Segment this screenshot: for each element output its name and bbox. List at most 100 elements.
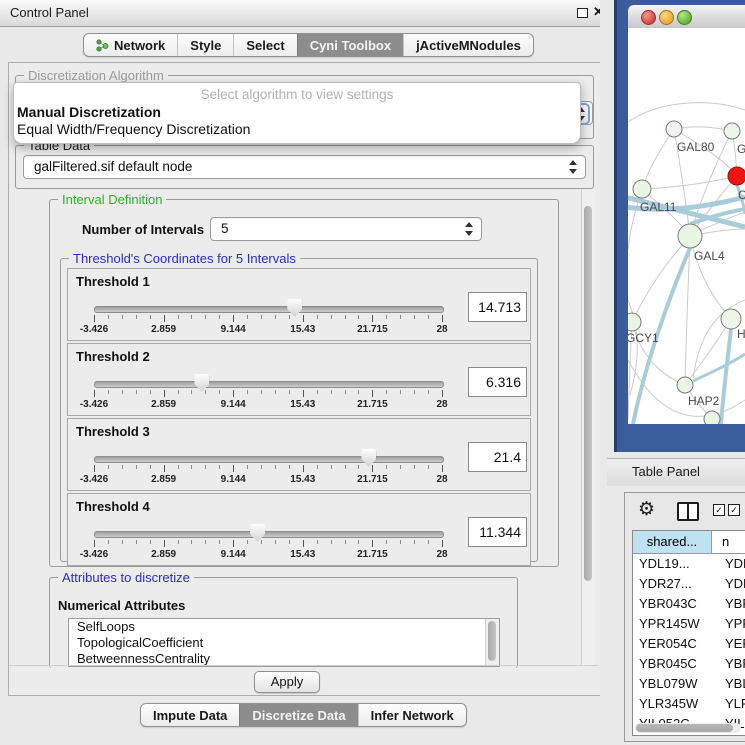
node-gal11[interactable]: [633, 180, 651, 198]
node-label: GCY1: [628, 331, 659, 345]
network-icon: [96, 39, 109, 52]
scale-label: 15.43: [290, 324, 315, 335]
cell[interactable]: YBR043C: [633, 594, 718, 614]
checkbox-column-icon[interactable]: ✓: [728, 504, 740, 516]
tab-label: Impute Data: [153, 708, 227, 723]
slider-scale-labels: -3.4262.8599.14415.4321.71528: [94, 549, 442, 561]
list-item[interactable]: SelfLoops: [69, 619, 499, 635]
tab-jactivemnodules[interactable]: jActiveMNodules: [403, 34, 533, 56]
scrollbar-thumb[interactable]: [636, 724, 733, 732]
table-row[interactable]: YLR345WYLR3: [633, 694, 745, 714]
cell[interactable]: YBL0: [718, 674, 745, 694]
group-title: Interval Definition: [58, 192, 166, 207]
cell[interactable]: YPR145W: [633, 614, 718, 634]
threshold-label: Threshold 4: [76, 499, 150, 514]
table-row[interactable]: YBR043CYBR0: [633, 594, 745, 614]
node-red-selected[interactable]: [728, 167, 745, 185]
scale-label: 2.859: [151, 399, 176, 410]
threshold-1-slider-track[interactable]: [94, 306, 444, 313]
node-ga[interactable]: [724, 123, 740, 139]
apply-button[interactable]: Apply: [254, 671, 320, 693]
cell[interactable]: YDL1: [718, 554, 745, 574]
tab-label: Style: [190, 38, 221, 53]
node-hap2[interactable]: [677, 377, 693, 393]
node-label: C: [738, 188, 745, 202]
cell[interactable]: YER054C: [633, 634, 718, 654]
scale-label: -3.426: [80, 324, 108, 335]
group-title: Threshold's Coordinates for 5 Intervals: [69, 251, 300, 266]
node-gal80[interactable]: [666, 121, 682, 137]
table-row[interactable]: YER054CYER0: [633, 634, 745, 654]
split-table-icon[interactable]: [677, 502, 699, 521]
cell[interactable]: YLR3: [718, 694, 745, 714]
cell[interactable]: YBL079W: [633, 674, 718, 694]
list-item[interactable]: TopologicalCoefficient: [69, 635, 499, 651]
table-row[interactable]: YBL079WYBL0: [633, 674, 745, 694]
tab-infer-network[interactable]: Infer Network: [358, 704, 466, 726]
cell[interactable]: YER0: [718, 634, 745, 654]
column-header-shared-name[interactable]: shared...: [633, 531, 712, 553]
tab-impute-data[interactable]: Impute Data: [141, 704, 239, 726]
table-row[interactable]: YDR27...YDR2: [633, 574, 745, 594]
tab-select[interactable]: Select: [233, 34, 296, 56]
table-row[interactable]: YDL19...YDL1: [633, 554, 745, 574]
slider-scale-labels: -3.4262.8599.14415.4321.71528: [94, 324, 442, 336]
num-intervals-combobox[interactable]: 5: [210, 217, 482, 241]
interval-definition-group: Interval Definition Number of Intervals …: [49, 199, 559, 567]
cell[interactable]: YDR2: [718, 574, 745, 594]
zoom-traffic-light-icon[interactable]: [677, 10, 692, 25]
tab-cyni-toolbox[interactable]: Cyni Toolbox: [297, 34, 403, 56]
threshold-3-slider-track[interactable]: [94, 456, 444, 463]
spinner-arrows-icon: [569, 160, 578, 174]
cell[interactable]: YDR27...: [633, 574, 718, 594]
node-label: GAL4: [694, 249, 725, 263]
slider-ticks: [94, 315, 442, 323]
threshold-1-value-field[interactable]: 14.713: [468, 292, 527, 322]
threshold-1-panel: Threshold 1 -3.4262.8599.14415.4321.7152…: [67, 268, 531, 341]
table-horizontal-scrollbar[interactable]: [635, 723, 741, 733]
threshold-4-value-field[interactable]: 11.344: [468, 517, 527, 547]
threshold-3-panel: Threshold 3 -3.4262.8599.14415.4321.7152…: [67, 418, 531, 491]
cell[interactable]: YBR0: [718, 654, 745, 674]
attributes-list[interactable]: SelfLoops TopologicalCoefficient Between…: [68, 618, 500, 667]
cell[interactable]: YBR0: [718, 594, 745, 614]
scale-label: 21.715: [357, 399, 388, 410]
control-panel-titlebar: Control Panel ✕: [0, 0, 607, 27]
threshold-2-slider-track[interactable]: [94, 381, 444, 388]
node-partial[interactable]: [704, 411, 720, 424]
panel-vertical-scrollbar[interactable]: [581, 189, 595, 666]
cell[interactable]: YPR1: [718, 614, 745, 634]
close-traffic-light-icon[interactable]: [641, 10, 656, 25]
cell[interactable]: YLR345W: [633, 694, 718, 714]
tab-label: Discretize Data: [252, 708, 345, 723]
dropdown-option-equal-width[interactable]: Equal Width/Frequency Discretization: [17, 121, 250, 137]
table-row[interactable]: YBR045CYBR0: [633, 654, 745, 674]
node-attribute-table: shared... n YDL19...YDL1 YDR27...YDR2 YB…: [632, 530, 745, 736]
float-window-icon[interactable]: [577, 8, 588, 18]
threshold-label: Threshold 3: [76, 424, 150, 439]
scrollbar-thumb[interactable]: [584, 206, 592, 581]
dropdown-option-manual[interactable]: Manual Discretization: [17, 104, 161, 120]
table-row[interactable]: YPR145WYPR1: [633, 614, 745, 634]
table-data-combobox[interactable]: galFiltered.sif default node: [23, 155, 586, 179]
network-view-canvas[interactable]: GAL80 GA C GAL11 GAL4 GCY1 H HAP2: [628, 28, 745, 424]
gear-icon[interactable]: ⚙: [638, 499, 655, 521]
tab-style[interactable]: Style: [177, 34, 233, 56]
thresholds-group: Threshold's Coordinates for 5 Intervals …: [60, 258, 538, 562]
checkbox-column-icon[interactable]: ✓: [713, 504, 725, 516]
node-gcy1[interactable]: [628, 313, 641, 331]
node-gal4[interactable]: [678, 224, 702, 248]
list-scrollbar[interactable]: [485, 619, 499, 666]
threshold-2-value-field[interactable]: 6.316: [468, 367, 527, 397]
cell[interactable]: YBR045C: [633, 654, 718, 674]
tab-discretize-data[interactable]: Discretize Data: [239, 704, 357, 726]
table-header-row: shared... n: [633, 531, 745, 554]
node-h[interactable]: [721, 309, 741, 329]
threshold-4-slider-track[interactable]: [94, 531, 444, 538]
threshold-3-value-field[interactable]: 21.4: [468, 442, 527, 472]
minimize-traffic-light-icon[interactable]: [659, 10, 674, 25]
column-header-name[interactable]: n: [712, 531, 745, 553]
scrollbar-thumb[interactable]: [488, 621, 496, 661]
tab-network[interactable]: Network: [84, 34, 177, 56]
cell[interactable]: YDL19...: [633, 554, 718, 574]
